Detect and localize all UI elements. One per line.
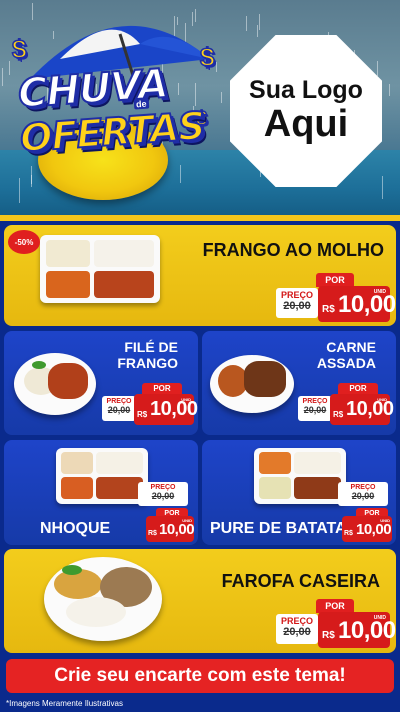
price-unit: UNID [182,518,192,523]
product-name: FRANGO AO MOLHO [202,240,384,260]
product-name-line2: ASSADA [316,355,376,372]
price-tag: POR PREÇO 20,00 R$ 10,00 UNID [276,273,396,323]
food-bowl-image [44,557,162,641]
price-new-box: R$ 10,00 UNID [146,516,195,542]
price-preco-label: PREÇO [150,484,176,491]
price-tag: POR PREÇO 20,00 R$ 10,00 UNID [102,383,198,427]
rain-streak [246,16,247,31]
product-card-nhoque[interactable]: NHOQUE PREÇO 20,00 POR R$ 10,00 UNID [4,440,198,545]
price-old-box: PREÇO 20,00 [102,396,136,421]
logo-text-line2: Aqui [263,102,349,145]
price-preco-label: PREÇO [106,398,132,405]
price-tag: POR PREÇO 20,00 R$ 10,00 UNID [298,383,394,427]
price-value: 10,00 [159,521,195,538]
price-preco-label: PREÇO [280,290,313,300]
rain-streak [178,83,179,95]
logo-text-line1: Sua Logo [249,76,363,105]
product-name-line2: FRANGO [117,355,178,372]
rain-streak [31,175,32,187]
price-value: 10,00 [356,521,392,538]
price-currency: R$ [344,530,353,537]
rain-streak [382,176,383,199]
old-price: 20,00 [283,626,311,638]
price-currency: R$ [333,410,344,419]
product-card-carne-assada[interactable]: CARNE ASSADA POR PREÇO 20,00 R$ 10,00 UN… [202,331,396,435]
price-tag: PREÇO 20,00 POR R$ 10,00 UNID [128,454,195,542]
price-tag: PREÇO 20,00 POR R$ 10,00 UNID [328,454,394,542]
header-banner: $ $ $ CHUVA de OFERTAS Sua Logo Aqui [0,0,400,215]
rain-streak [19,178,20,203]
product-name-line1: FILÉ DE [124,339,178,355]
discount-badge: -50% [8,230,40,254]
footnote: *Imagens Meramente Ilustrativas [6,699,123,708]
price-value: 10,00 [338,291,396,318]
food-plate-image [210,355,294,413]
product-name: FAROFA CASEIRA [221,571,380,591]
product-name: NHOQUE [40,520,111,537]
price-value: 10,00 [338,617,396,644]
divider-stripe [0,215,400,221]
product-card-farofa-caseira[interactable]: FAROFA CASEIRA POR PREÇO 20,00 R$ 10,00 … [4,549,396,653]
product-name: FILÉ DE FRANGO [117,339,178,371]
food-bowl-image [14,353,96,415]
rain-streak [195,83,196,106]
rain-streak [2,68,3,86]
rain-streak [257,25,258,37]
old-price: 20,00 [351,491,375,501]
product-name-line1: CARNE [326,339,376,355]
price-currency: R$ [148,530,157,537]
old-price: 20,00 [107,405,131,415]
price-old-box: PREÇO 20,00 [298,396,332,421]
price-new-box: R$ 10,00 UNID [330,394,394,425]
price-unit: UNID [373,615,386,621]
price-tag: POR PREÇO 20,00 R$ 10,00 UNID [276,599,396,649]
price-new-box: R$ 10,00 UNID [134,394,198,425]
price-por-label: POR [316,599,354,613]
rain-streak [180,165,181,183]
price-currency: R$ [322,304,335,315]
rain-streak [259,14,260,30]
rain-streak [389,84,390,96]
cta-banner[interactable]: Crie seu encarte com este tema! [6,659,394,693]
price-old-box: PREÇO 20,00 [276,614,318,644]
rain-streak [221,92,222,103]
price-old-box: PREÇO 20,00 [338,482,388,506]
old-price: 20,00 [283,300,311,312]
old-price: 20,00 [303,405,327,415]
rain-streak [9,61,10,75]
price-currency: R$ [322,630,335,641]
dollar-icon: $ [11,33,27,65]
price-old-box: PREÇO 20,00 [138,482,188,506]
product-name: CARNE ASSADA [317,339,376,371]
product-card-pure-de-batata[interactable]: PURE DE BATATA PREÇO 20,00 POR R$ 10,00 … [202,440,396,545]
price-new-box: R$ 10,00 UNID [342,516,392,542]
price-unit: UNID [373,289,386,295]
rain-streak [377,61,378,76]
price-preco-label: PREÇO [280,616,313,626]
price-preco-label: PREÇO [350,484,376,491]
food-tray-image [40,235,160,303]
price-preco-label: PREÇO [302,398,328,405]
product-card-frango-ao-molho[interactable]: FRANGO AO MOLHO POR PREÇO 20,00 R$ 10,00… [4,225,396,326]
product-name: PURE DE BATATA [210,520,347,537]
old-price: 20,00 [151,491,175,501]
price-unit: UNID [377,397,387,402]
price-unit: UNID [380,518,390,523]
price-por-label: POR [316,273,354,287]
price-new-box: R$ 10,00 UNID [318,612,396,648]
price-old-box: PREÇO 20,00 [276,288,318,318]
dollar-icon: $ [199,41,215,73]
price-currency: R$ [137,410,148,419]
price-unit: UNID [181,397,191,402]
product-card-file-de-frango[interactable]: FILÉ DE FRANGO POR PREÇO 20,00 R$ 10,00 … [4,331,198,435]
price-new-box: R$ 10,00 UNID [318,286,396,322]
